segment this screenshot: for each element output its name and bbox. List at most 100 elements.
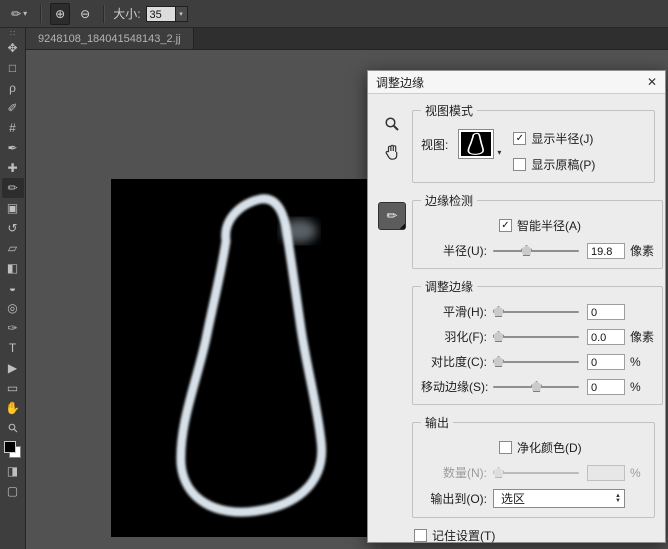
slider-thumb[interactable] xyxy=(493,306,504,317)
output-to-label: 输出到(O): xyxy=(421,490,493,507)
slider-track[interactable] xyxy=(493,311,579,313)
slider-thumb xyxy=(493,467,504,478)
healing-brush-tool[interactable]: ✚ xyxy=(2,158,24,178)
checkbox-box: ✓ xyxy=(513,132,526,145)
tab-bar: 9248108_184041548143_2.jj xyxy=(26,28,668,50)
checkbox-box xyxy=(414,529,427,542)
type-tool[interactable]: T xyxy=(2,338,24,358)
slider-track[interactable] xyxy=(493,336,579,338)
close-icon[interactable]: ✕ xyxy=(647,75,657,89)
radius-unit: 像素 xyxy=(630,242,654,259)
radius-input[interactable]: 19.8 xyxy=(587,243,625,259)
separator xyxy=(40,5,42,23)
slider-track[interactable] xyxy=(493,361,579,363)
brush-subtract-icon: ⊖ xyxy=(80,7,90,21)
view-mode-legend: 视图模式 xyxy=(421,102,477,119)
amount-unit: % xyxy=(630,466,641,480)
chevron-down-icon[interactable]: ▾ xyxy=(497,148,501,157)
color-swatches[interactable] xyxy=(4,441,21,458)
options-bar: ✏ ▾ ⊕ ⊖ 大小: 35 ▾ xyxy=(0,0,668,28)
document-tab[interactable]: 9248108_184041548143_2.jj xyxy=(26,28,194,49)
chevron-down-icon: ▼ xyxy=(615,499,621,504)
refine-radius-tool-button[interactable]: ⊕ xyxy=(50,3,70,25)
dialog-title: 调整边缘 xyxy=(376,74,424,91)
brush-size-input[interactable]: 35 xyxy=(146,6,176,22)
brush-size-label: 大小: xyxy=(113,5,140,22)
quick-selection-tool[interactable]: ✐ xyxy=(2,98,24,118)
marquee-tool[interactable]: □ xyxy=(2,58,24,78)
brush-tool[interactable]: ✏ xyxy=(2,178,24,198)
slider-thumb[interactable] xyxy=(531,381,542,392)
pen-tool[interactable]: ✑ xyxy=(2,318,24,338)
radius-slider[interactable] xyxy=(493,245,579,256)
tool-preset-button[interactable]: ✏ ▾ xyxy=(6,3,32,25)
crop-tool[interactable]: # xyxy=(2,118,24,138)
decontaminate-label: 净化颜色(D) xyxy=(517,439,582,456)
dodge-tool[interactable]: ◎ xyxy=(2,298,24,318)
feather-slider[interactable] xyxy=(493,331,579,342)
amount-input xyxy=(587,465,625,481)
edge-detection-group: 边缘检测 ✓ 智能半径(A) 半径(U): 19.8 像素 xyxy=(412,192,663,269)
toolbox: ∷ ✥ □ ρ ✐ # ✒ ✚ ✏ ▣ ↺ ▱ ◧ ◒ ◎ ✑ T ▶ ▭ ✋ … xyxy=(0,28,26,549)
move-tool[interactable]: ✥ xyxy=(2,38,24,58)
contrast-input[interactable]: 0 xyxy=(587,354,625,370)
show-radius-checkbox[interactable]: ✓ 显示半径(J) xyxy=(513,130,595,147)
slider-track[interactable] xyxy=(493,250,579,252)
output-to-select[interactable]: 选区 ▲ ▼ xyxy=(493,489,625,508)
gradient-tool[interactable]: ◧ xyxy=(2,258,24,278)
history-brush-tool[interactable]: ↺ xyxy=(2,218,24,238)
eyedropper-tool[interactable]: ✒ xyxy=(2,138,24,158)
clone-stamp-tool[interactable]: ▣ xyxy=(2,198,24,218)
chevron-down-icon: ▾ xyxy=(179,10,183,18)
amount-label: 数量(N): xyxy=(421,464,493,481)
adjust-edge-legend: 调整边缘 xyxy=(421,278,477,295)
path-selection-tool[interactable]: ▶ xyxy=(2,358,24,378)
adjust-edge-group: 调整边缘 平滑(H): 0 羽化(F): 0.0 xyxy=(412,278,663,405)
remember-settings-checkbox[interactable]: 记住设置(T) xyxy=(414,527,655,544)
slider-thumb[interactable] xyxy=(493,356,504,367)
blur-tool[interactable]: ◒ xyxy=(2,278,24,298)
quick-mask-button[interactable]: ◨ xyxy=(2,461,24,481)
separator xyxy=(103,5,105,23)
decontaminate-checkbox[interactable]: 净化颜色(D) xyxy=(499,439,646,456)
canvas[interactable] xyxy=(111,179,396,537)
show-original-label: 显示原稿(P) xyxy=(531,156,595,173)
brush-size-dropdown[interactable]: ▾ xyxy=(176,6,188,22)
shift-edge-input[interactable]: 0 xyxy=(587,379,625,395)
eraser-tool[interactable]: ▱ xyxy=(2,238,24,258)
view-thumbnail-dropdown[interactable] xyxy=(458,129,494,159)
feather-input[interactable]: 0.0 xyxy=(587,329,625,345)
shift-edge-slider[interactable] xyxy=(493,381,579,392)
view-mode-group: 视图模式 视图: ▾ xyxy=(412,102,655,183)
show-radius-label: 显示半径(J) xyxy=(531,130,593,147)
slider-thumb[interactable] xyxy=(493,331,504,342)
pear-outline-image xyxy=(111,179,396,537)
output-legend: 输出 xyxy=(421,414,453,431)
lasso-tool[interactable]: ρ xyxy=(2,78,24,98)
shift-edge-label: 移动边缘(S): xyxy=(421,378,493,395)
combo-arrows-icon: ▲ ▼ xyxy=(615,494,621,504)
checkbox-box xyxy=(499,441,512,454)
radius-label: 半径(U): xyxy=(421,242,493,259)
slider-thumb[interactable] xyxy=(521,245,532,256)
checkbox-box: ✓ xyxy=(499,219,512,232)
dialog-title-bar[interactable]: 调整边缘 ✕ xyxy=(368,71,665,94)
remember-settings-label: 记住设置(T) xyxy=(432,527,495,544)
contrast-unit: % xyxy=(630,355,641,369)
foreground-color-swatch[interactable] xyxy=(4,441,16,453)
thumbnail-pear-icon xyxy=(461,132,491,156)
show-original-checkbox[interactable]: 显示原稿(P) xyxy=(513,156,595,173)
smart-radius-checkbox[interactable]: ✓ 智能半径(A) xyxy=(499,217,654,234)
brush-add-icon: ⊕ xyxy=(55,7,65,21)
erase-refinements-tool-button[interactable]: ⊖ xyxy=(75,3,95,25)
screen-mode-button[interactable]: ▢ xyxy=(2,481,24,501)
smooth-slider[interactable] xyxy=(493,306,579,317)
contrast-slider[interactable] xyxy=(493,356,579,367)
shape-tool[interactable]: ▭ xyxy=(2,378,24,398)
smooth-input[interactable]: 0 xyxy=(587,304,625,320)
smart-radius-label: 智能半径(A) xyxy=(517,217,581,234)
dialog-body: 视图模式 视图: ▾ xyxy=(368,94,665,542)
amount-slider xyxy=(493,467,579,478)
contrast-label: 对比度(C): xyxy=(421,353,493,370)
view-label: 视图: xyxy=(421,136,454,153)
